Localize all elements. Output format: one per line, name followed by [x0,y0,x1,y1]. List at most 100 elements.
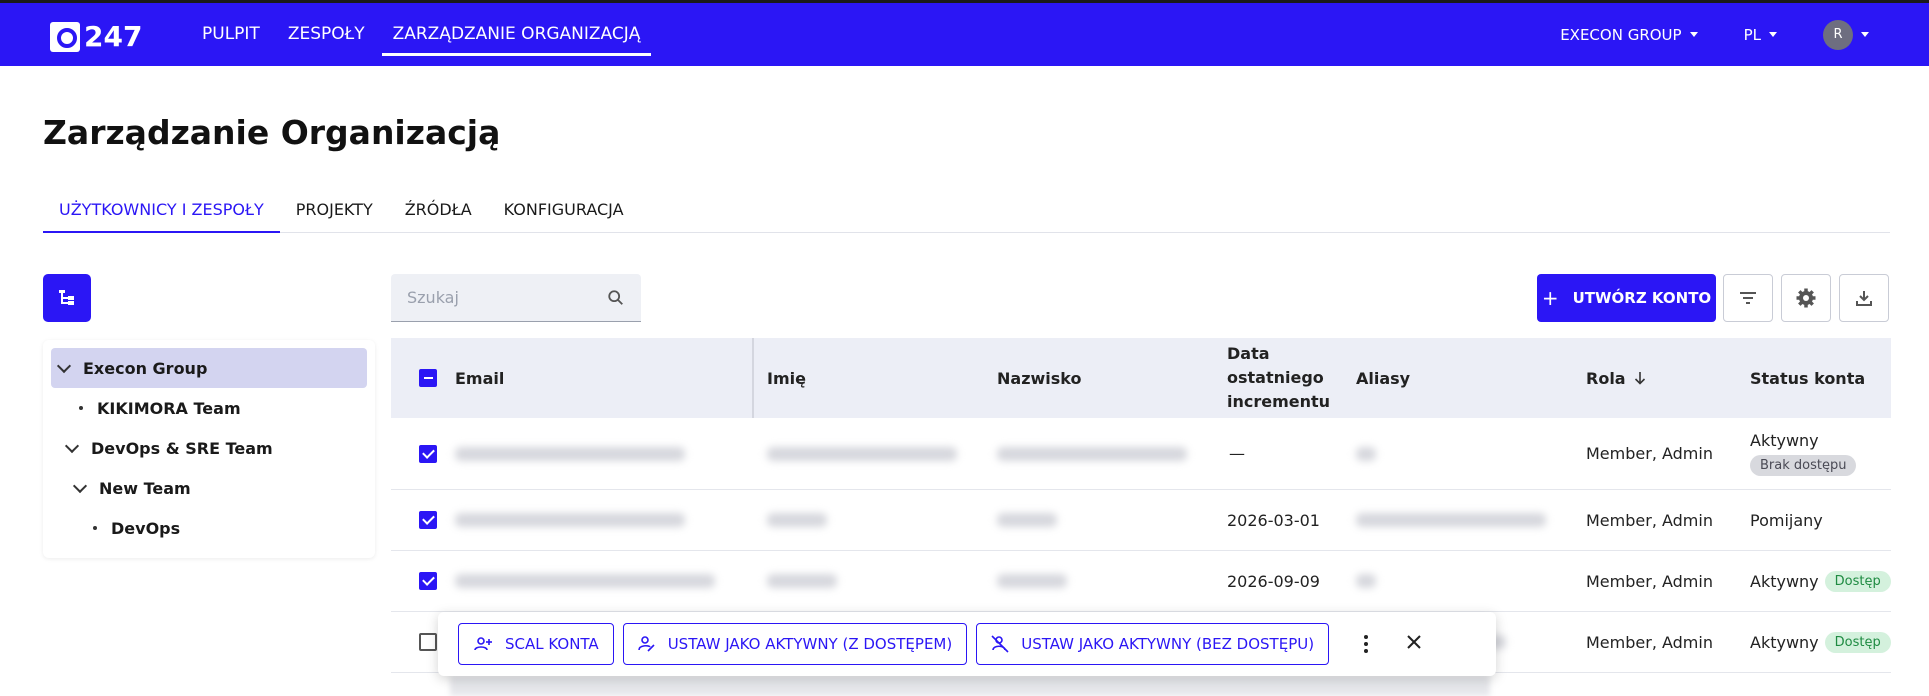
bullet-icon [93,526,97,530]
tree-view-button[interactable] [43,274,91,322]
chevron-down-icon [72,478,88,493]
create-account-button[interactable]: + UTWÓRZ KONTO [1537,274,1716,322]
search-box [391,274,641,322]
set-active-without-access-button[interactable]: USTAW JAKO AKTYWNY (BEZ DOSTĘPU) [976,623,1330,665]
last-name-blurred [997,513,1057,527]
first-name-blurred [767,446,957,461]
status-value: Pomijany [1750,510,1823,530]
filter-icon [1740,292,1756,304]
tree-item-devops-sre-team[interactable]: DevOps & SRE Team [51,428,367,468]
nav-zarzadzanie-organizacja[interactable]: ZARZĄDZANIE ORGANIZACJĄ [379,3,655,66]
caret-down-icon [1769,32,1777,37]
col-status[interactable]: Status konta [1750,338,1865,418]
header-right: EXECON GROUP PL R [1514,3,1869,66]
tree-structure-icon [59,290,74,305]
merge-users-icon [474,637,492,651]
more-vertical-icon [1364,635,1369,653]
tree-item-label: DevOps [111,518,181,538]
settings-button[interactable] [1781,274,1831,322]
sort-arrow-down-icon [1634,372,1645,385]
row-checkbox[interactable] [419,572,437,590]
tab-users-teams[interactable]: UŻYTKOWNICY I ZESPOŁY [43,190,280,233]
tree-item-label: KIKIMORA Team [97,398,241,418]
tree-item-label: New Team [99,478,191,498]
language-label: PL [1743,25,1761,44]
close-bulk-bar-button[interactable] [1406,634,1422,654]
aliases-blurred [1356,513,1546,527]
row-checkbox[interactable] [419,444,437,463]
status-value: Aktywny [1750,571,1819,591]
role-value: Member, Admin [1586,571,1713,591]
col-role-label: Rola [1586,368,1626,388]
col-aliases[interactable]: Aliasy [1356,338,1410,418]
language-switcher[interactable]: PL [1744,26,1777,44]
col-email[interactable]: Email [455,338,504,418]
column-resize-handle[interactable] [752,338,754,418]
logo-text: 247 [84,20,143,53]
tab-configuration[interactable]: KONFIGURACJA [488,190,640,233]
table-row[interactable]: 2026-09-09 Member, Admin Aktywny Dostęp [391,551,1891,612]
last-name-blurred [997,446,1187,461]
org-name: EXECON GROUP [1560,25,1682,44]
merge-accounts-button[interactable]: SCAL KONTA [458,623,614,665]
nav-pulpit[interactable]: PULPIT [188,3,274,66]
bullet-icon [79,406,83,410]
row-checkbox[interactable] [419,633,437,651]
caret-down-icon [1689,32,1698,37]
merge-accounts-label: SCAL KONTA [505,635,599,653]
nav-zespoly[interactable]: ZESPOŁY [274,3,379,66]
chevron-down-icon [64,438,80,453]
search-icon[interactable] [607,288,625,308]
app-logo[interactable]: 247 [50,20,142,53]
status-value: Aktywny [1750,431,1819,450]
set-active-with-access-button[interactable]: USTAW JAKO AKTYWNY (Z DOSTĘPEM) [622,623,968,665]
last-increment-date: 2026-09-09 [1227,571,1320,591]
col-role[interactable]: Rola [1586,338,1648,418]
table-row[interactable]: 2026-03-01 Member, Admin Pomijany [391,490,1891,551]
tree-item-devops[interactable]: DevOps [51,508,367,548]
role-value: Member, Admin [1586,510,1713,530]
col-first-name[interactable]: Imię [767,338,806,418]
avatar: R [1823,19,1853,50]
first-name-blurred [767,513,827,527]
chevron-down-icon [56,358,72,373]
page-title: Zarządzanie Organizacją [43,113,501,152]
status-badge: Dostęp [1824,570,1891,592]
search-input[interactable] [407,288,607,307]
set-active-without-access-label: USTAW JAKO AKTYWNY (BEZ DOSTĘPU) [1021,635,1315,653]
download-icon [1856,291,1872,306]
table-row[interactable]: — Member, Admin Aktywny Brak dostępu [391,418,1891,490]
row-checkbox[interactable] [419,511,437,529]
last-increment-date: 2026-03-01 [1227,510,1320,530]
download-button[interactable] [1839,274,1889,322]
org-tree: Execon Group KIKIMORA Team DevOps & SRE … [43,340,375,558]
tab-sources[interactable]: ŹRÓDŁA [389,190,488,233]
tree-item-new-team[interactable]: New Team [51,468,367,508]
main-nav: PULPIT ZESPOŁY ZARZĄDZANIE ORGANIZACJĄ [188,3,654,66]
aliases-blurred [1356,574,1376,588]
blurred-row-content [450,676,1490,696]
email-blurred [455,574,715,588]
select-all-cell [419,338,437,418]
tree-item-kikimora-team[interactable]: KIKIMORA Team [51,388,367,428]
tree-item-label: DevOps & SRE Team [91,438,273,458]
tree-item-label: Execon Group [83,358,208,378]
col-last-increment-line2: ostatniego [1227,368,1324,387]
user-off-icon [991,635,1009,653]
logo-q-icon [50,21,80,52]
col-last-increment[interactable]: Data ostatniego incrementu [1227,338,1330,418]
col-last-name[interactable]: Nazwisko [997,338,1082,418]
tree-item-execon-group[interactable]: Execon Group [51,348,367,388]
org-switcher[interactable]: EXECON GROUP [1560,25,1698,44]
top-navbar: 247 PULPIT ZESPOŁY ZARZĄDZANIE ORGANIZAC… [0,0,1929,66]
bulk-action-bar: SCAL KONTA USTAW JAKO AKTYWNY (Z DOSTĘPE… [438,612,1496,676]
filter-button[interactable] [1723,274,1773,322]
user-menu[interactable]: R [1823,19,1869,50]
select-all-checkbox[interactable] [419,369,437,387]
last-name-blurred [997,574,1067,588]
tab-projects[interactable]: PROJEKTY [280,190,389,233]
role-value: Member, Admin [1586,632,1713,652]
more-options-button[interactable] [1356,635,1376,653]
role-value: Member, Admin [1586,444,1713,463]
gear-icon [1796,288,1816,308]
